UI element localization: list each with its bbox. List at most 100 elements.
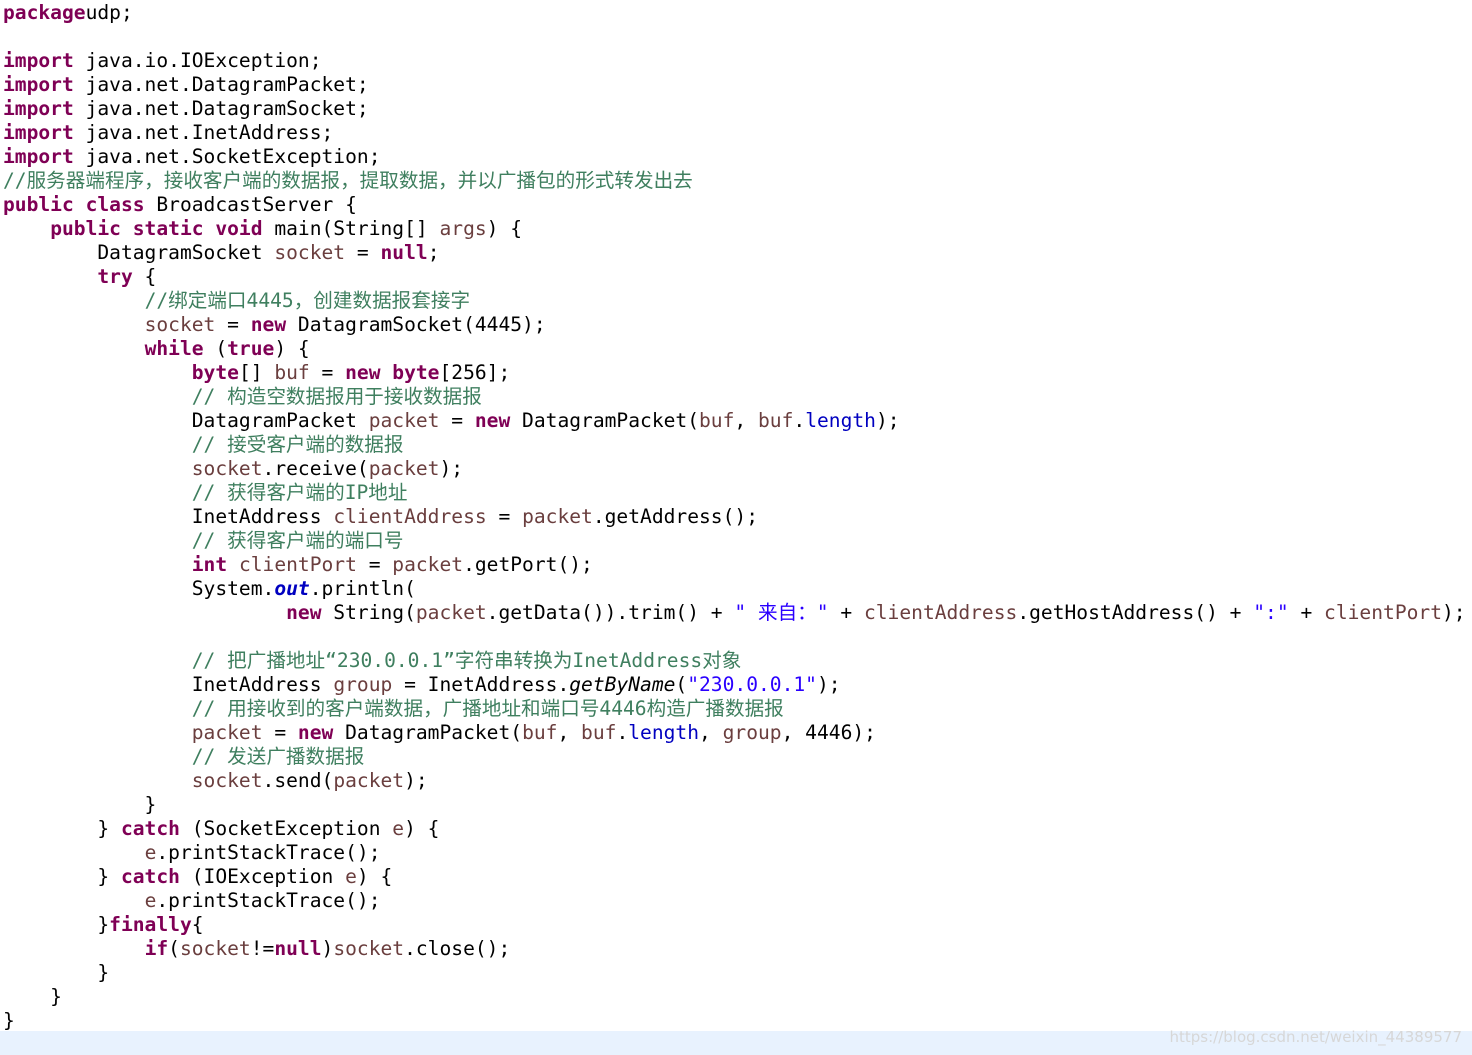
code-line: import java.net.DatagramPacket; <box>3 73 369 97</box>
code-token: while <box>144 337 204 360</box>
code-token: import <box>3 73 74 96</box>
code-token: . <box>616 721 629 744</box>
code-token: group <box>722 721 782 744</box>
code-token: = <box>345 241 381 264</box>
code-token: ) <box>321 937 334 960</box>
code-token: java.net.InetAddress; <box>73 121 334 144</box>
code-line: e.printStackTrace(); <box>3 841 381 865</box>
code-token: socket <box>274 241 346 264</box>
code-editor[interactable]: packageudp; import java.io.IOException; im… <box>0 0 1472 1055</box>
code-token: ); <box>439 457 464 480</box>
code-token: null <box>380 241 428 264</box>
code-token: class <box>85 193 145 216</box>
code-token: // 获得客户端的端口号 <box>191 529 404 552</box>
code-token: .println( <box>309 577 416 600</box>
code-token: java.net.DatagramPacket; <box>73 73 369 96</box>
code-token: InetAddress <box>3 505 334 528</box>
code-token: length <box>805 409 876 432</box>
code-token: // 发送广播数据报 <box>191 745 365 768</box>
code-token: buf <box>274 361 310 384</box>
code-line: } <box>3 985 62 1009</box>
code-token: byte <box>191 361 239 384</box>
code-token: packet <box>368 409 440 432</box>
code-line: byte[] buf = new byte[256]; <box>3 361 511 385</box>
code-token: DatagramPacket <box>3 409 369 432</box>
code-token: } <box>3 793 157 816</box>
code-token: = <box>486 505 523 528</box>
code-line: } catch (IOException e) { <box>3 865 392 889</box>
code-token: try <box>97 265 133 288</box>
code-token: public <box>50 217 121 240</box>
code-token: buf <box>522 721 558 744</box>
code-token: , <box>699 721 723 744</box>
code-token: true <box>227 337 275 360</box>
code-token: packet <box>415 601 487 624</box>
code-token: ) { <box>274 337 310 360</box>
code-token: byte <box>392 361 440 384</box>
code-token: e <box>144 889 157 912</box>
code-token: DatagramPacket( <box>333 721 523 744</box>
code-token: clientAddress <box>863 601 1018 624</box>
code-token: new <box>297 721 334 744</box>
code-line: //绑定端口4445，创建数据报套接字 <box>3 289 471 313</box>
code-token: + <box>1288 601 1325 624</box>
code-token: java.io.IOException; <box>73 49 322 72</box>
code-token: finally <box>109 913 192 936</box>
code-line: DatagramPacket packet = new DatagramPack… <box>3 409 900 433</box>
code-line: } <box>3 961 109 985</box>
code-token: udp; <box>85 1 133 24</box>
code-line: // 获得客户端的端口号 <box>3 529 404 553</box>
code-token: [] <box>238 361 275 384</box>
code-token: socket <box>179 937 251 960</box>
code-line: import java.net.InetAddress; <box>3 121 333 145</box>
code-token: ); <box>1442 601 1466 624</box>
code-token: null <box>274 937 322 960</box>
code-token: DatagramSocket <box>3 241 275 264</box>
code-token: != <box>250 937 275 960</box>
code-line: // 用接收到的客户端数据，广播地址和端口号4446构造广播数据报 <box>3 697 784 721</box>
code-token: ) { <box>356 865 393 888</box>
code-token: [256]; <box>439 361 511 384</box>
code-token: . <box>793 409 806 432</box>
code-token: import <box>3 145 74 168</box>
code-line: }finally{ <box>3 913 203 937</box>
code-line: // 把广播地址“230.0.0.1”字符串转换为InetAddress对象 <box>3 649 742 673</box>
code-line: } <box>3 1009 15 1033</box>
code-token: } <box>3 865 121 888</box>
code-token: out <box>274 577 310 600</box>
code-line: if(socket!=null)socket.close(); <box>3 937 511 961</box>
code-token: ":" <box>1253 601 1289 624</box>
code-line: InetAddress clientAddress = packet.getAd… <box>3 505 758 529</box>
code-line: // 构造空数据报用于接收数据报 <box>3 385 482 409</box>
code-token: length <box>628 721 700 744</box>
code-line: import java.net.DatagramSocket; <box>3 97 369 121</box>
code-token: if <box>144 937 169 960</box>
code-token: , <box>557 721 582 744</box>
code-token: System. <box>3 577 275 600</box>
code-token: //绑定端口4445，创建数据报套接字 <box>144 289 471 312</box>
code-token: getByName <box>569 673 676 696</box>
code-token: group <box>333 673 393 696</box>
code-token: = InetAddress. <box>392 673 570 696</box>
code-line: // 获得客户端的IP地址 <box>3 481 408 505</box>
code-token: = <box>439 409 475 432</box>
code-token: catch <box>120 865 180 888</box>
code-token: // 构造空数据报用于接收数据报 <box>191 385 482 408</box>
code-line: InetAddress group = InetAddress.getByNam… <box>3 673 841 697</box>
code-token: , <box>734 409 758 432</box>
code-token: .receive( <box>262 457 369 480</box>
code-line: new String(packet.getData()).trim() + " … <box>3 601 1466 625</box>
code-line: packet = new DatagramPacket(buf, buf.len… <box>3 721 876 745</box>
